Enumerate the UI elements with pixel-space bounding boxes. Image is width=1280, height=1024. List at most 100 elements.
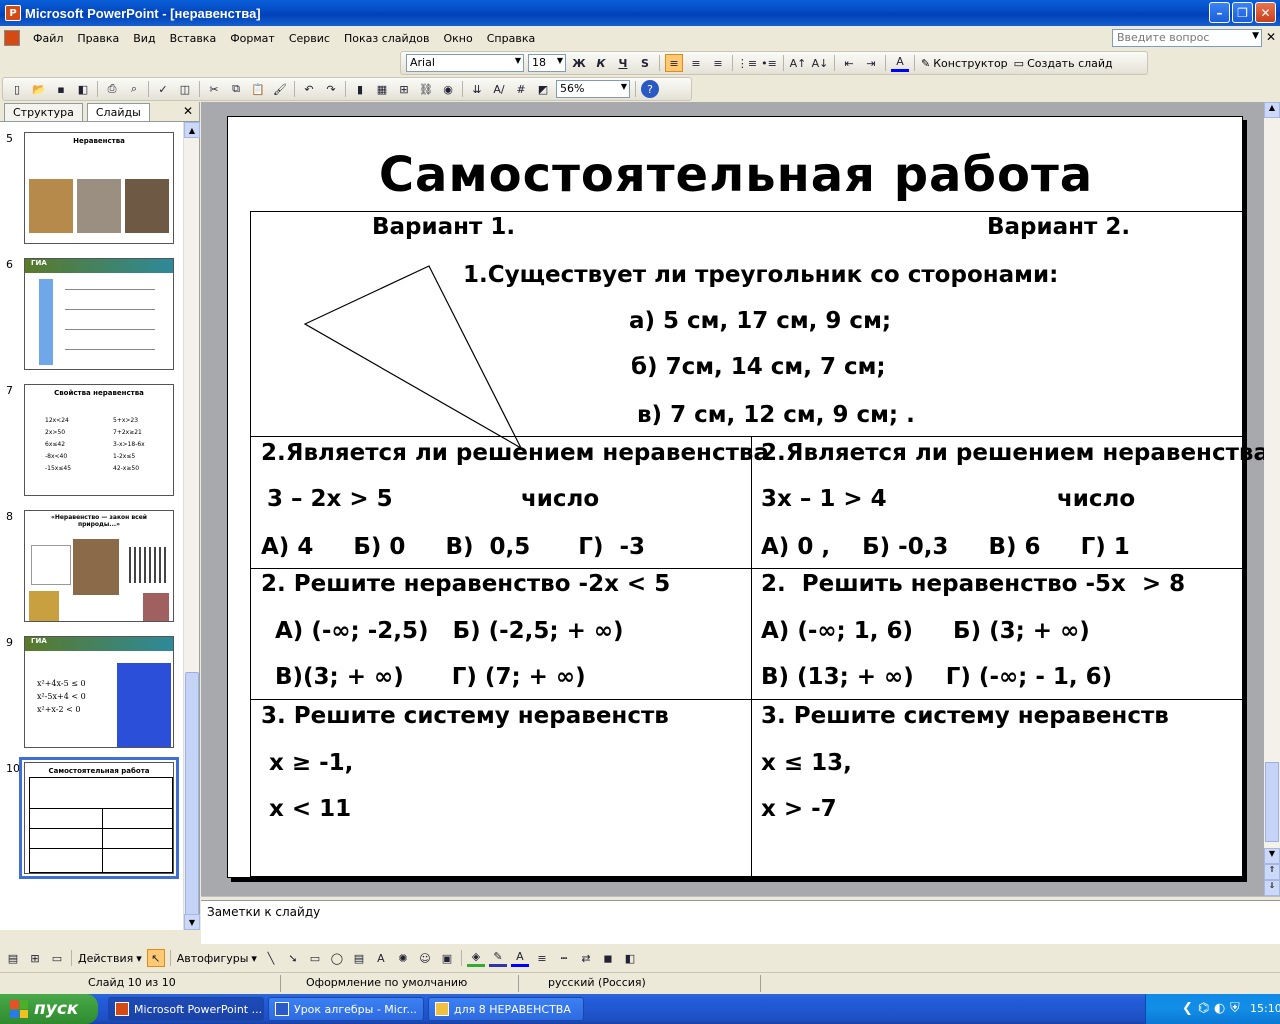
menu-help[interactable]: Справка [480, 32, 542, 45]
normal-view-icon[interactable]: ▤ [4, 949, 22, 967]
picture-icon[interactable]: ▣ [438, 949, 456, 967]
chevron-down-icon[interactable]: ▼ [1252, 31, 1259, 41]
minimize-button[interactable]: – [1209, 2, 1230, 23]
notes-pane[interactable]: Заметки к слайду [201, 900, 1280, 944]
document-icon[interactable] [4, 30, 20, 46]
slide-thumbnail-9[interactable]: ГИА x²+4x-5 ≤ 0 x²-5x+4 < 0 x²+x-2 < 0 [24, 636, 174, 748]
taskbar-item-word[interactable]: Урок алгебры - Micr... [268, 997, 424, 1021]
close-button[interactable]: ✕ [1255, 2, 1276, 23]
scroll-down-icon[interactable]: ▼ [1264, 848, 1280, 864]
new-icon[interactable]: ▯ [8, 80, 26, 98]
taskbar-item-powerpoint[interactable]: Microsoft PowerPoint ... [108, 997, 264, 1021]
oval-icon[interactable]: ◯ [328, 949, 346, 967]
align-left-icon[interactable]: ≡ [665, 54, 683, 72]
menu-window[interactable]: Окно [437, 32, 480, 45]
back-arrow-icon[interactable]: ❮ [1182, 1001, 1193, 1016]
menu-tools[interactable]: Сервис [282, 32, 337, 45]
slide-canvas[interactable]: Самостоятельная работа Вариант 1. Вариан… [227, 116, 1269, 878]
decrease-font-icon[interactable]: A↓ [811, 54, 829, 72]
cut-icon[interactable]: ✂ [205, 80, 223, 98]
slide-sorter-icon[interactable]: ⊞ [26, 949, 44, 967]
autoshapes-menu[interactable]: Автофигуры ▾ [177, 952, 257, 965]
insert-hyperlink-icon[interactable]: ⛓ [417, 80, 435, 98]
underline-button[interactable]: Ч [614, 54, 632, 72]
insert-chart-icon[interactable]: ▮ [351, 80, 369, 98]
slide-table[interactable]: Вариант 1. Вариант 2. 1.Существует ли тр… [250, 211, 1269, 878]
tables-borders-icon[interactable]: ⊞ [395, 80, 413, 98]
save-icon[interactable]: ▪ [52, 80, 70, 98]
arrow-style-icon[interactable]: ⇄ [577, 949, 595, 967]
print-icon[interactable]: ⎙ [103, 80, 121, 98]
fill-color-icon[interactable]: ◈ [466, 949, 485, 967]
taskbar-item-folder[interactable]: для 8 НЕРАВЕНСТВА [428, 997, 584, 1021]
arrow-icon[interactable]: ➘ [284, 949, 302, 967]
insert-table-icon[interactable]: ▦ [373, 80, 391, 98]
scrollbar-thumb[interactable] [1265, 762, 1279, 842]
scroll-up-icon[interactable]: ▲ [1264, 102, 1280, 118]
slide-thumbnail-7[interactable]: Свойства неравенства 12x<24 2x>50 6x≤42 -8x… [24, 384, 174, 496]
help-search-input[interactable]: Введите вопрос ▼ [1112, 29, 1262, 47]
select-objects-icon[interactable]: ↖ [146, 949, 165, 967]
network-icon[interactable]: ⌬ [1198, 1001, 1209, 1016]
bold-button[interactable]: Ж [570, 54, 588, 72]
next-slide-icon[interactable]: ⇓ [1264, 880, 1280, 896]
clipart-icon[interactable]: ☺ [416, 949, 434, 967]
spelling-icon[interactable]: ✓ [154, 80, 172, 98]
actions-menu[interactable]: Действия ▾ [78, 952, 142, 965]
grid-icon[interactable]: # [512, 80, 530, 98]
security-icon[interactable]: ⛨ [1230, 1001, 1240, 1016]
permission-icon[interactable]: ◧ [74, 80, 92, 98]
font-color-icon[interactable]: A [891, 54, 909, 72]
slideshow-view-icon[interactable]: ▭ [48, 949, 66, 967]
slide-thumbnail-8[interactable]: «Неравенство — закон всей природы...» [24, 510, 174, 622]
open-icon[interactable]: 📂 [30, 80, 48, 98]
copy-icon[interactable]: ⧉ [227, 80, 245, 98]
maximize-button[interactable]: ❐ [1232, 2, 1253, 23]
help-icon[interactable]: ? [641, 80, 659, 98]
new-slide-button[interactable]: ▭ Создать слайд [1014, 57, 1113, 70]
zoom-select[interactable]: 56% ▼ [556, 80, 630, 98]
volume-icon[interactable]: ◐ [1214, 1001, 1225, 1016]
scrollbar-thumb[interactable] [185, 672, 199, 922]
color-grayscale-icon[interactable]: ◩ [534, 80, 552, 98]
bullets-icon[interactable]: •≡ [760, 54, 778, 72]
menu-format[interactable]: Формат [223, 32, 282, 45]
rectangle-icon[interactable]: ▭ [306, 949, 324, 967]
menu-slideshow[interactable]: Показ слайдов [337, 32, 437, 45]
diagram-icon[interactable]: ✺ [394, 949, 412, 967]
wordart-icon[interactable]: A [372, 949, 390, 967]
slide-thumbnail-6[interactable]: ГИА [24, 258, 174, 370]
scroll-down-icon[interactable]: ▼ [184, 914, 200, 930]
tab-slides[interactable]: Слайды [86, 103, 150, 121]
font-color-icon[interactable]: A [510, 949, 529, 967]
dash-style-icon[interactable]: ┅ [555, 949, 573, 967]
show-formatting-icon[interactable]: A/ [490, 80, 508, 98]
textbox-icon[interactable]: ▤ [350, 949, 368, 967]
print-preview-icon[interactable]: ⌕ [125, 80, 143, 98]
redo-icon[interactable]: ↷ [322, 80, 340, 98]
paste-icon[interactable]: 📋 [249, 80, 267, 98]
italic-button[interactable]: К [592, 54, 610, 72]
menu-insert[interactable]: Вставка [163, 32, 224, 45]
shadow-button[interactable]: S [636, 54, 654, 72]
decrease-indent-icon[interactable]: ⇤ [840, 54, 858, 72]
start-button[interactable]: пуск [0, 994, 98, 1024]
triangle-shape[interactable] [301, 262, 561, 462]
close-document-icon[interactable]: ✕ [1266, 30, 1276, 44]
slides-scrollbar[interactable]: ▲ ▼ [183, 122, 200, 930]
research-icon[interactable]: ◫ [176, 80, 194, 98]
3d-style-icon[interactable]: ◧ [621, 949, 639, 967]
increase-font-icon[interactable]: A↑ [789, 54, 807, 72]
slide-thumbnail-10[interactable]: Самостоятельная работа [19, 757, 179, 879]
shadow-style-icon[interactable]: ◼ [599, 949, 617, 967]
slide-thumbnail-5[interactable]: Неравенства [24, 132, 174, 244]
format-painter-icon[interactable]: 🖌 [271, 80, 289, 98]
line-style-icon[interactable]: ≡ [533, 949, 551, 967]
menu-file[interactable]: Файл [26, 32, 70, 45]
align-right-icon[interactable]: ≡ [709, 54, 727, 72]
numbering-icon[interactable]: ⋮≡ [737, 54, 757, 72]
designer-button[interactable]: ✎ Конструктор [921, 57, 1008, 70]
expand-all-icon[interactable]: ⇊ [468, 80, 486, 98]
scroll-up-icon[interactable]: ▲ [184, 122, 200, 138]
font-select[interactable]: Arial ▼ [406, 54, 524, 72]
